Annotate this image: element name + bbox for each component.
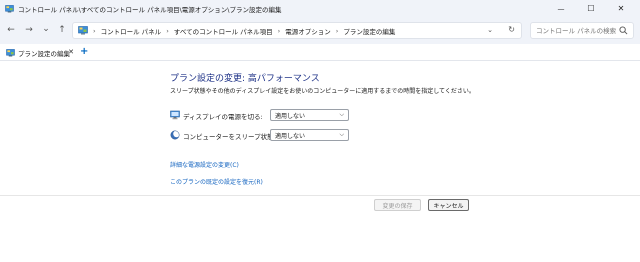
main-content: プラン設定の変更: 高パフォーマンス スリープ状態やその他のディスプレイ設定をお…	[0, 61, 640, 262]
maximize-icon: ☐	[587, 4, 595, 13]
display-off-label: ディスプレイの電源を切る:	[183, 113, 263, 121]
restore-defaults-link[interactable]: このプランの既定の設定を復元(R)	[170, 177, 263, 186]
forward-arrow-icon: →	[25, 25, 33, 35]
breadcrumb-all-items[interactable]: すべてのコントロール パネル項目	[174, 26, 273, 36]
refresh-icon[interactable]: ↻	[508, 25, 515, 34]
monitor-icon	[170, 110, 180, 120]
tab-close-icon[interactable]: ✕	[68, 48, 74, 56]
breadcrumb-separator: ›	[93, 26, 96, 35]
tab-label: プラン設定の編集	[18, 50, 70, 58]
chevron-down-icon: ⌵	[339, 111, 344, 118]
save-changes-button[interactable]: 変更の保存	[374, 199, 421, 211]
up-button[interactable]: ↑	[56, 24, 68, 36]
display-off-value: 適用しない	[275, 112, 306, 120]
page-title: プラン設定の変更: 高パフォーマンス	[170, 74, 320, 84]
sleep-value: 適用しない	[275, 132, 306, 140]
page-description: スリープ状態やその他のディスプレイ設定をお使いのコンピューターに適用するまでの時…	[170, 88, 475, 95]
address-dropdown-icon[interactable]: ⌄	[487, 26, 493, 34]
window-title: コントロール パネル\すべてのコントロール パネル項目\電源オプション\プラン設…	[18, 5, 282, 14]
cancel-button[interactable]: キャンセル	[428, 199, 469, 211]
maximize-button[interactable]: ☐	[578, 0, 604, 17]
control-panel-icon	[6, 49, 15, 57]
back-button[interactable]: ←	[5, 24, 17, 36]
tab-strip	[0, 44, 640, 61]
close-button[interactable]: ✕	[608, 0, 634, 17]
minimize-icon: —	[557, 4, 565, 13]
display-off-select[interactable]: 適用しない ⌵	[270, 109, 349, 121]
search-icon	[619, 26, 628, 35]
recent-locations-button[interactable]: ⌄	[40, 23, 52, 35]
sleep-setting: コンピューターをスリープ状態にする: 適用しない ⌵	[170, 129, 360, 142]
close-icon: ✕	[617, 4, 625, 13]
search-box[interactable]	[530, 22, 634, 39]
address-bar[interactable]: › コントロール パネル › すべてのコントロール パネル項目 › 電源オプショ…	[72, 22, 522, 39]
breadcrumb-edit-plan[interactable]: プラン設定の編集	[343, 26, 395, 36]
breadcrumb-separator: ›	[166, 26, 169, 35]
control-panel-icon	[5, 4, 14, 13]
tab-edit-plan[interactable]: プラン設定の編集 ✕	[3, 46, 77, 60]
breadcrumb-control-panel[interactable]: コントロール パネル	[101, 26, 162, 36]
chevron-down-icon: ⌄	[42, 24, 50, 34]
minimize-button[interactable]: —	[548, 0, 574, 17]
new-tab-button[interactable]: +	[80, 46, 88, 57]
control-panel-icon	[78, 26, 88, 35]
chevron-down-icon: ⌵	[339, 131, 344, 138]
back-arrow-icon: ←	[7, 25, 15, 35]
advanced-power-settings-link[interactable]: 詳細な電源設定の変更(C)	[170, 160, 239, 169]
sleep-select[interactable]: 適用しない ⌵	[270, 129, 349, 141]
display-off-setting: ディスプレイの電源を切る: 適用しない ⌵	[170, 109, 360, 122]
search-input[interactable]	[536, 26, 616, 35]
breadcrumb-separator: ›	[277, 26, 281, 35]
forward-button[interactable]: →	[23, 24, 35, 36]
up-arrow-icon: ↑	[58, 25, 66, 35]
breadcrumb-power-options[interactable]: 電源オプション	[285, 26, 331, 36]
breadcrumb-separator: ›	[335, 26, 339, 35]
moon-icon	[170, 130, 180, 140]
divider	[0, 195, 640, 196]
title-bar: コントロール パネル\すべてのコントロール パネル項目\電源オプション\プラン設…	[0, 0, 640, 17]
